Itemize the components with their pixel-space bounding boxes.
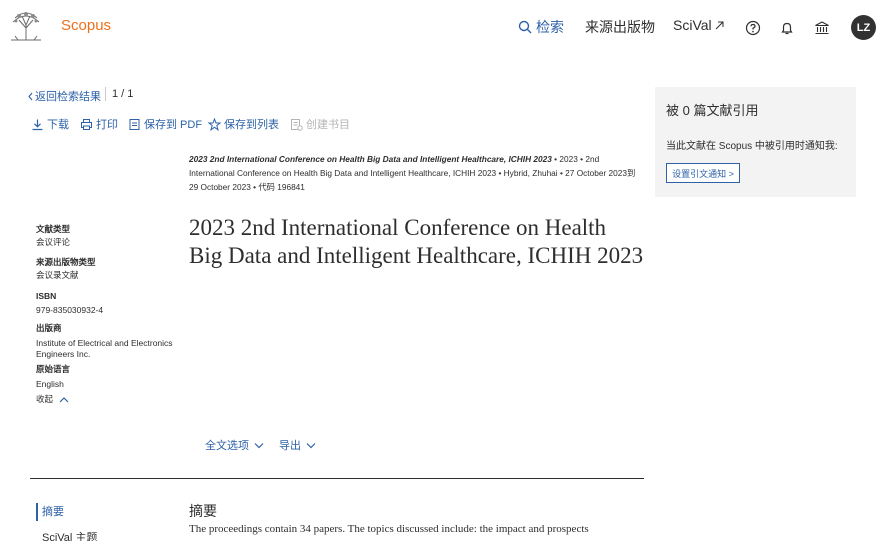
result-pager: 1 / 1 [112, 88, 134, 100]
chevron-up-icon [59, 397, 69, 403]
nav-scival-label: SciVal [673, 17, 712, 33]
export-dropdown[interactable]: 导出 [279, 437, 316, 453]
back-to-results-link[interactable]: 返回检索结果 [27, 88, 101, 104]
create-bibliography-label: 创建书目 [306, 119, 350, 131]
bibliography-icon [291, 118, 303, 131]
abstract-text: The proceedings contain 34 papers. The t… [189, 523, 589, 535]
publisher-label: 出版商 [36, 323, 62, 333]
chevron-left-icon [28, 92, 33, 100]
download-label: 下载 [47, 119, 69, 131]
active-indicator [36, 503, 38, 521]
save-to-list-label: 保存到列表 [224, 119, 279, 131]
save-pdf-button[interactable]: 保存到 PDF [128, 116, 202, 132]
save-to-list-button[interactable]: 保存到列表 [208, 116, 279, 132]
nav-scival[interactable]: SciVal [673, 17, 724, 33]
search-icon [518, 20, 532, 34]
sidenav-scival-topic[interactable]: SciVal 主题 [42, 529, 97, 541]
divider [105, 87, 106, 101]
chevron-down-icon [306, 442, 316, 448]
sidenav-abstract[interactable]: 摘要 [42, 503, 64, 519]
cited-by-title: 被 0 篇文献引用 [666, 103, 759, 118]
document-title: 2023 2nd International Conference on Hea… [189, 215, 644, 268]
cited-by-alert-text: 当此文献在 Scopus 中被引用时通知我: [666, 141, 838, 152]
pdf-icon [129, 118, 140, 130]
full-text-options-label: 全文选项 [205, 440, 249, 452]
publisher-value: Institute of Electrical and Electronics … [36, 338, 173, 359]
help-icon[interactable] [745, 20, 761, 36]
collapse-metadata-toggle[interactable]: 收起 [36, 394, 181, 405]
print-label: 打印 [96, 119, 118, 131]
source-title-link[interactable]: 2023 2nd International Conference on Hea… [189, 154, 552, 164]
print-icon [81, 118, 92, 130]
doc-type-value: 会议评论 [36, 237, 71, 247]
abstract-heading: 摘要 [189, 503, 217, 519]
set-citation-alert-button[interactable]: 设置引文通知 > [666, 163, 740, 183]
elsevier-tree-logo[interactable] [9, 10, 43, 42]
collapse-label: 收起 [36, 394, 54, 404]
nav-sources[interactable]: 来源出版物 [585, 17, 655, 37]
download-button[interactable]: 下载 [31, 116, 69, 132]
nav-search-label: 检索 [536, 19, 564, 35]
source-type-value: 会议录文献 [36, 270, 79, 280]
full-text-options-dropdown[interactable]: 全文选项 [205, 437, 264, 453]
create-bibliography-button[interactable]: 创建书目 [290, 116, 350, 132]
external-link-icon [715, 21, 724, 29]
print-button[interactable]: 打印 [80, 116, 118, 132]
doc-type-label: 文献类型 [36, 224, 71, 234]
isbn-value: 979-835030932-4 [36, 305, 104, 315]
language-value: English [36, 379, 64, 389]
scopus-brand-link[interactable]: Scopus [61, 17, 111, 34]
star-icon [208, 117, 221, 131]
source-info: 2023 2nd International Conference on Hea… [189, 152, 641, 194]
nav-search[interactable]: 检索 [518, 17, 564, 37]
chevron-down-icon [254, 442, 264, 448]
back-to-results-label: 返回检索结果 [35, 91, 101, 103]
institution-icon[interactable] [814, 20, 830, 36]
source-type-label: 来源出版物类型 [36, 257, 96, 267]
export-label: 导出 [279, 440, 301, 452]
language-label: 原始语言 [36, 364, 71, 374]
save-pdf-label: 保存到 PDF [144, 119, 203, 131]
isbn-label: ISBN [36, 291, 57, 301]
section-divider [30, 478, 644, 479]
user-avatar[interactable]: LZ [851, 15, 876, 40]
download-icon [32, 119, 43, 130]
bell-icon[interactable] [779, 20, 795, 36]
